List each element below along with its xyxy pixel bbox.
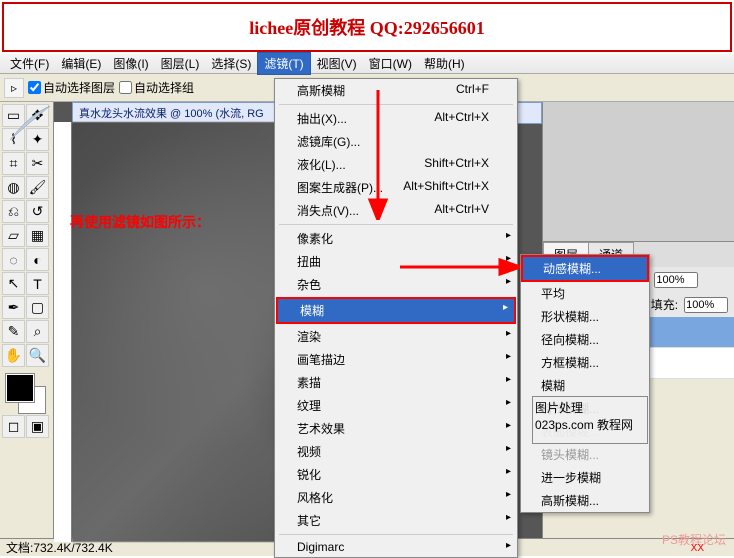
filter-other[interactable]: 其它 [275,509,517,532]
shape-tool-icon[interactable]: ▢ [26,296,49,319]
opacity-input[interactable] [654,272,698,288]
menubar: 文件(F) 编辑(E) 图像(I) 图层(L) 选择(S) 滤镜(T) 视图(V… [0,54,734,74]
navigator-panel[interactable] [543,102,734,242]
menu-edit[interactable]: 编辑(E) [55,53,107,74]
filter-sharpen[interactable]: 锐化 [275,463,517,486]
fill-input[interactable] [684,297,728,313]
filter-blur[interactable]: 模糊 [276,297,516,324]
ruler-vertical [54,122,72,542]
menu-file[interactable]: 文件(F) [4,53,55,74]
filter-brushstrokes[interactable]: 画笔描边 [275,348,517,371]
filter-video[interactable]: 视频 [275,440,517,463]
color-swatches[interactable] [2,374,50,414]
dodge-tool-icon[interactable]: ◐ [26,248,49,271]
foreground-color-icon[interactable] [6,374,34,402]
annotation-text: 再使用滤镜如图所示： [70,212,210,232]
pen-tool-icon[interactable]: ✒ [2,296,25,319]
notes-tool-icon[interactable]: ✎ [2,320,25,343]
filter-sketch[interactable]: 素描 [275,371,517,394]
blur-box[interactable]: 方框模糊... [521,351,649,374]
filter-digimarc[interactable]: Digimarc [275,537,517,557]
filter-pixelate[interactable]: 像素化 [275,227,517,250]
checkbox-icon[interactable] [28,81,41,94]
stamp-tool-icon[interactable]: ⎌ [2,200,25,223]
menu-view[interactable]: 视图(V) [311,53,363,74]
menu-select[interactable]: 选择(S) [205,53,257,74]
blur-lens[interactable]: 镜头模糊... [521,443,649,466]
eyedropper-tool-icon[interactable]: ⌕ [26,320,49,343]
wm-line2: 023ps.com 教程网 [535,416,645,433]
menu-layer[interactable]: 图层(L) [155,53,206,74]
filter-stylize[interactable]: 风格化 [275,486,517,509]
menu-filter[interactable]: 滤镜(T) [257,52,310,75]
blur-tool-icon[interactable]: ◌ [2,248,25,271]
blur-average[interactable]: 平均 [521,282,649,305]
blur-gaussian[interactable]: 高斯模糊... [521,489,649,512]
filter-artistic[interactable]: 艺术效果 [275,417,517,440]
brush-tool-icon[interactable]: 🖌 [26,176,49,199]
hand-tool-icon[interactable]: ✋ [2,344,25,367]
banner-text: lichee原创教程 QQ:292656601 [249,14,484,40]
type-tool-icon[interactable]: T [26,272,49,295]
arrow-down-icon [348,90,408,220]
quickmask-icon[interactable]: ◻ [2,415,25,438]
slice-tool-icon[interactable]: ✂ [26,152,49,175]
path-tool-icon[interactable]: ↖ [2,272,25,295]
auto-select-layer-checkbox[interactable]: 自动选择图层 [28,79,115,96]
auto-select-group-checkbox[interactable]: 自动选择组 [119,79,194,96]
auto-select-group-label: 自动选择组 [134,79,194,96]
menu-help[interactable]: 帮助(H) [418,53,471,74]
toolbox: ▭ ✥ ⌇ ✦ ⌗ ✂ ◍ 🖌 ⎌ ↺ ▱ ▦ ◌ ◐ ↖ T ✒ ▢ ✎ ⌕ … [0,102,54,538]
blur-shape[interactable]: 形状模糊... [521,305,649,328]
menu-window[interactable]: 窗口(W) [363,53,418,74]
blur-submenu: 动感模糊... 平均 形状模糊... 径向模糊... 方框模糊... 模糊 特殊… [520,254,650,513]
note-bottom: XX [691,543,704,554]
arrow-right-icon [400,257,520,277]
wm-line1: 图片处理 [535,399,645,416]
checkbox-icon[interactable] [119,81,132,94]
gradient-tool-icon[interactable]: ▦ [26,224,49,247]
filter-texture[interactable]: 纹理 [275,394,517,417]
watermark-box: 图片处理 023ps.com 教程网 [532,396,648,444]
zoom-tool-icon[interactable]: 🔍 [26,344,49,367]
heal-tool-icon[interactable]: ◍ [2,176,25,199]
fill-label: 填充: [651,296,678,313]
blur-more[interactable]: 进一步模糊 [521,466,649,489]
filter-render[interactable]: 渲染 [275,325,517,348]
blur-motion[interactable]: 动感模糊... [521,255,649,282]
feather-icon [0,104,56,144]
crop-tool-icon[interactable]: ⌗ [2,152,25,175]
banner: lichee原创教程 QQ:292656601 [2,2,732,52]
menu-image[interactable]: 图像(I) [107,53,154,74]
eraser-tool-icon[interactable]: ▱ [2,224,25,247]
blur-blur[interactable]: 模糊 [521,374,649,397]
blur-radial[interactable]: 径向模糊... [521,328,649,351]
move-tool-icon[interactable]: ▹ [4,78,24,98]
history-brush-icon[interactable]: ↺ [26,200,49,223]
auto-select-layer-label: 自动选择图层 [43,79,115,96]
screenmode-icon[interactable]: ▣ [26,415,49,438]
